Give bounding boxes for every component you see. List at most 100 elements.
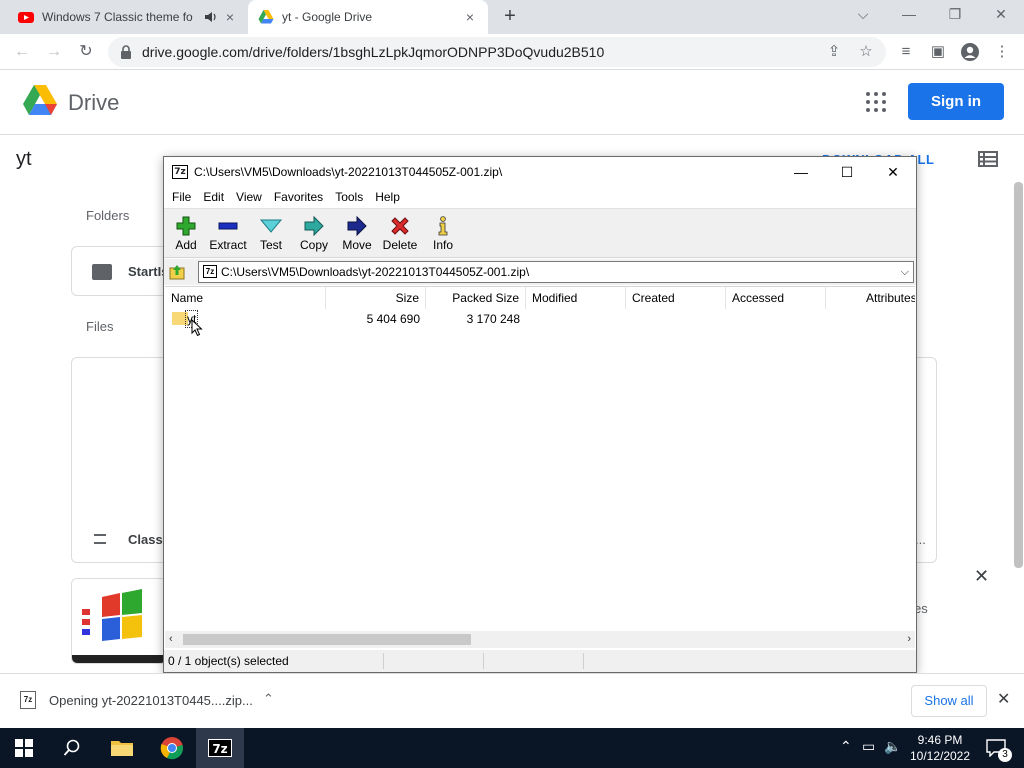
close-icon[interactable]: ✕ xyxy=(870,157,916,187)
7zip-menubar: File Edit View Favorites Tools Help xyxy=(164,187,916,207)
move-button[interactable]: Move xyxy=(335,213,379,257)
table-row[interactable]: yt 5 404 690 3 170 248 xyxy=(165,309,915,337)
add-label: Add xyxy=(175,238,197,252)
close-tab-icon[interactable]: × xyxy=(462,9,478,25)
forward-icon[interactable]: → xyxy=(42,40,66,64)
google-drive-icon xyxy=(258,10,274,24)
tab-youtube[interactable]: Windows 7 Classic theme fo × xyxy=(8,0,248,34)
scrollbar-thumb[interactable] xyxy=(183,634,471,645)
side-panel-icon[interactable]: ▣ xyxy=(928,42,948,62)
column-name[interactable]: Name xyxy=(165,287,326,309)
action-center-button[interactable]: 3 xyxy=(972,728,1020,768)
new-tab-button[interactable]: + xyxy=(498,5,522,29)
menu-help[interactable]: Help xyxy=(369,187,406,207)
list-view-icon[interactable] xyxy=(978,150,998,168)
test-label: Test xyxy=(259,238,282,252)
row-size: 5 404 690 xyxy=(366,312,420,326)
row-attributes xyxy=(826,309,915,329)
mouse-cursor-icon xyxy=(191,319,203,337)
column-attributes[interactable]: Attributes xyxy=(826,287,915,309)
test-button[interactable]: Test xyxy=(249,213,293,257)
youtube-icon xyxy=(18,12,34,23)
extract-button[interactable]: Extract xyxy=(206,213,250,257)
menu-kebab-icon[interactable]: ⋮ xyxy=(992,42,1012,62)
close-icon[interactable]: ✕ xyxy=(974,566,989,587)
info-icon xyxy=(438,216,448,236)
menu-view[interactable]: View xyxy=(230,187,268,207)
maximize-icon[interactable]: ☐ xyxy=(824,157,870,187)
show-all-button[interactable]: Show all xyxy=(911,685,987,717)
network-icon[interactable]: ▭ xyxy=(862,738,875,755)
browser-toolbar: ← → ↻ drive.google.com/drive/folders/1bs… xyxy=(0,34,1024,70)
horizontal-scrollbar[interactable]: ‹ › xyxy=(165,631,915,648)
sign-in-button[interactable]: Sign in xyxy=(908,83,1004,120)
move-arrow-icon xyxy=(347,215,367,237)
7zip-window-title: C:\Users\VM5\Downloads\yt-20221013T04450… xyxy=(194,165,503,179)
minimize-icon[interactable]: — xyxy=(778,157,824,187)
folders-heading: Folders xyxy=(86,208,130,223)
tab-search-icon[interactable]: ⌵ xyxy=(840,0,886,30)
close-tab-icon[interactable]: × xyxy=(222,9,238,25)
move-label: Move xyxy=(342,238,372,252)
scroll-right-icon[interactable]: › xyxy=(907,631,911,648)
google-drive-logo[interactable] xyxy=(22,84,58,116)
tab-strip: Windows 7 Classic theme fo × yt - Google… xyxy=(0,0,1024,34)
restore-icon[interactable]: ❐ xyxy=(932,0,978,30)
chevron-down-icon[interactable]: ⌵ xyxy=(901,262,909,282)
page-scrollbar[interactable] xyxy=(1014,182,1023,568)
file-thumbnail[interactable] xyxy=(71,578,167,664)
delete-button[interactable]: Delete xyxy=(378,213,422,257)
profile-avatar-icon[interactable] xyxy=(960,42,980,62)
menu-tools[interactable]: Tools xyxy=(329,187,369,207)
lock-icon[interactable] xyxy=(120,45,132,59)
windows-logo-image xyxy=(72,579,166,663)
menu-edit[interactable]: Edit xyxy=(197,187,230,207)
file-explorer-button[interactable] xyxy=(98,728,146,768)
menu-file[interactable]: File xyxy=(166,187,197,207)
7zip-taskbar-button[interactable]: 7z xyxy=(196,728,244,768)
copy-button[interactable]: Copy xyxy=(292,213,336,257)
up-folder-icon[interactable] xyxy=(168,263,186,281)
close-window-icon[interactable]: ✕ xyxy=(978,0,1024,30)
path-text: C:\Users\VM5\Downloads\yt-20221013T04450… xyxy=(221,265,530,279)
info-button[interactable]: Info xyxy=(421,213,465,257)
row-modified xyxy=(526,309,626,329)
windows-start-icon xyxy=(15,739,33,757)
info-label: Info xyxy=(432,238,453,252)
close-icon[interactable]: ✕ xyxy=(997,689,1010,709)
tab-drive[interactable]: yt - Google Drive × xyxy=(248,0,488,34)
start-button[interactable] xyxy=(0,728,48,768)
7zip-titlebar[interactable]: 7z C:\Users\VM5\Downloads\yt-20221013T04… xyxy=(164,157,916,187)
column-accessed[interactable]: Accessed xyxy=(726,287,826,309)
drive-product-name[interactable]: Drive xyxy=(68,90,119,116)
google-apps-icon[interactable] xyxy=(866,92,886,112)
speaker-icon[interactable] xyxy=(204,10,218,24)
reload-icon[interactable]: ↻ xyxy=(74,40,98,64)
media-control-icon[interactable]: ≡ xyxy=(896,42,916,62)
status-cell xyxy=(384,653,484,669)
add-button[interactable]: Add xyxy=(164,213,208,257)
column-created[interactable]: Created xyxy=(626,287,726,309)
copy-label: Copy xyxy=(299,238,328,252)
bookmark-star-icon[interactable]: ☆ xyxy=(856,42,876,62)
7zip-toolbar: Add Extract Test Copy Move Delete Info xyxy=(164,208,916,258)
scroll-left-icon[interactable]: ‹ xyxy=(169,631,173,648)
document-icon xyxy=(94,534,106,544)
extract-label: Extract xyxy=(209,238,247,252)
clock[interactable]: 9:46 PM 10/12/2022 xyxy=(905,732,975,764)
chevron-up-icon[interactable]: ⌃ xyxy=(840,738,852,755)
search-button[interactable] xyxy=(48,728,96,768)
chevron-up-icon[interactable]: ⌃ xyxy=(263,691,274,707)
menu-favorites[interactable]: Favorites xyxy=(268,187,329,207)
download-item[interactable]: Opening yt-20221013T0445....zip... xyxy=(49,693,253,708)
address-bar[interactable]: drive.google.com/drive/folders/1bsghLzLp… xyxy=(108,37,886,67)
column-size[interactable]: Size xyxy=(326,287,426,309)
volume-icon[interactable]: 🔈 xyxy=(884,738,901,755)
back-icon[interactable]: ← xyxy=(10,40,34,64)
share-icon[interactable]: ⇪ xyxy=(824,42,844,62)
column-modified[interactable]: Modified xyxy=(526,287,626,309)
chrome-button[interactable] xyxy=(148,728,196,768)
minimize-icon[interactable]: — xyxy=(886,0,932,30)
path-combobox[interactable]: 7z C:\Users\VM5\Downloads\yt-20221013T04… xyxy=(198,261,914,283)
column-packed-size[interactable]: Packed Size xyxy=(426,287,526,309)
